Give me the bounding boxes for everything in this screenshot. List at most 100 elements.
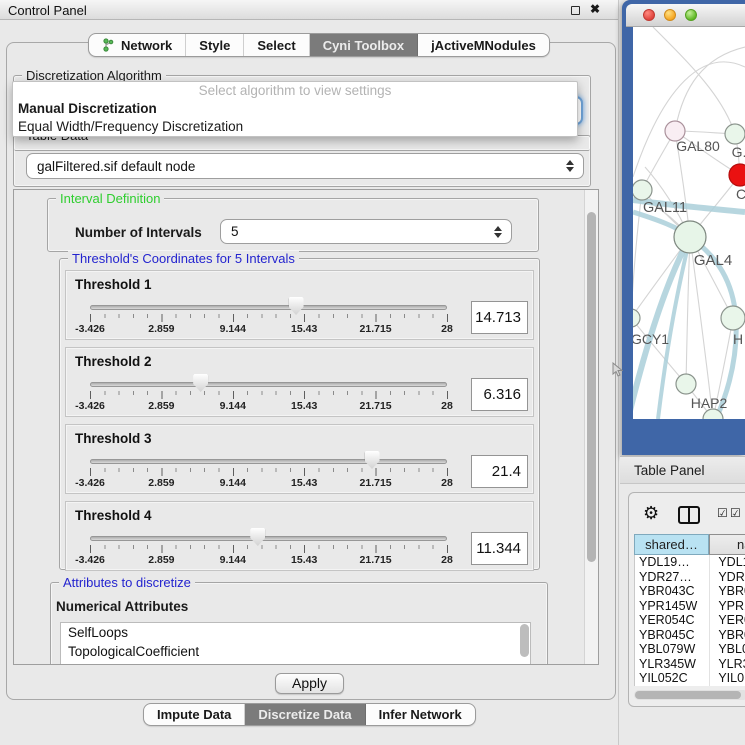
tab-select[interactable]: Select xyxy=(244,34,309,56)
attributes-group-label: Attributes to discretize xyxy=(59,575,195,590)
tick-label: -3.426 xyxy=(62,554,118,566)
window-zoom-button[interactable] xyxy=(685,9,697,21)
table-hscrollbar-thumb[interactable] xyxy=(635,691,741,699)
threshold-2-label: Threshold 2 xyxy=(75,354,152,369)
interval-definition-group: Interval Definition Number of Intervals … xyxy=(47,198,539,252)
slider-ticks xyxy=(90,545,448,553)
network-node[interactable] xyxy=(729,164,745,186)
apply-button[interactable]: Apply xyxy=(275,673,344,694)
network-node-label: HAP2 xyxy=(691,395,728,411)
threshold-2-panel: Threshold 2 -3.4262.8599.14415.4321.7152… xyxy=(65,347,534,417)
table-cell-shared-name: YDL19… xyxy=(635,555,709,570)
table-hscrollbar-track[interactable] xyxy=(634,690,745,700)
settings-vscrollbar-thumb[interactable] xyxy=(587,212,596,562)
table-row[interactable]: YDL19…YDL1 xyxy=(635,555,745,570)
table-data-group: Table Data galFiltered.sif default node xyxy=(13,135,591,187)
control-panel-titlebar: Control Panel ✖ xyxy=(0,0,618,20)
table-panel-card: ⚙ ☑ ☑ shared… na YDL19…YDL1YDR27…YDR2YBR… xyxy=(628,492,745,707)
tick-label: 28 xyxy=(419,400,475,412)
network-node[interactable] xyxy=(725,124,745,144)
table-panel-header: Table Panel xyxy=(620,456,745,484)
checkbox-icon[interactable]: ☑ xyxy=(717,506,728,520)
table-row[interactable]: YBR045CYBR0 xyxy=(635,628,745,643)
network-icon xyxy=(102,38,115,52)
network-node[interactable] xyxy=(674,221,706,253)
tab-jactivemnodules[interactable]: jActiveMNodules xyxy=(418,34,549,56)
tab-impute-data[interactable]: Impute Data xyxy=(144,704,245,725)
network-node-label: G. xyxy=(732,144,745,160)
attribute-list-item[interactable]: TopologicalCoefficient xyxy=(61,642,530,661)
settings-scrollpane: Interval Definition Number of Intervals … xyxy=(13,189,599,665)
columns-icon[interactable] xyxy=(678,506,700,524)
float-window-icon[interactable] xyxy=(571,6,580,15)
threshold-1-slider-track[interactable] xyxy=(90,305,447,310)
table-row[interactable]: YDR27…YDR2 xyxy=(635,570,745,585)
table-row[interactable]: YIL052CYIL0 xyxy=(635,671,745,686)
tick-label: 21.715 xyxy=(348,323,404,335)
window-close-button[interactable] xyxy=(643,9,655,21)
tab-cyni-toolbox[interactable]: Cyni Toolbox xyxy=(310,34,418,56)
tab-style[interactable]: Style xyxy=(186,34,244,56)
threshold-1-value-field[interactable]: 14.713 xyxy=(471,301,528,334)
dropdown-item-equal-width-frequency[interactable]: Equal Width/Frequency Discretization xyxy=(13,118,577,136)
tab-network[interactable]: Network xyxy=(89,34,186,56)
network-canvas[interactable]: GAL80G.CGAL11GAL4GCY1HHAP2 xyxy=(633,27,745,419)
number-of-intervals-combo[interactable]: 5 xyxy=(220,219,512,244)
window-minimize-button[interactable] xyxy=(664,9,676,21)
threshold-3-panel: Threshold 3 -3.4262.8599.14415.4321.7152… xyxy=(65,424,534,494)
network-node[interactable] xyxy=(721,306,745,330)
table-cell-shared-name: YBL079W xyxy=(635,642,709,657)
threshold-4-slider-track[interactable] xyxy=(90,536,447,541)
network-node[interactable] xyxy=(633,180,652,200)
network-node[interactable] xyxy=(633,309,640,327)
number-of-intervals-label: Number of Intervals xyxy=(75,225,202,240)
thresholds-group-label: Threshold's Coordinates for 5 Intervals xyxy=(68,251,299,266)
threshold-4-slider-handle[interactable] xyxy=(250,528,265,546)
number-of-intervals-value: 5 xyxy=(231,224,239,239)
column-header-name[interactable]: na xyxy=(709,534,745,555)
algorithm-dropdown-popup: Select algorithm to view settings Manual… xyxy=(12,81,578,137)
network-node[interactable] xyxy=(676,374,696,394)
threshold-2-value-field[interactable]: 6.316 xyxy=(471,378,528,411)
dropdown-item-manual-discretization[interactable]: Manual Discretization xyxy=(13,100,577,118)
threshold-3-slider-handle[interactable] xyxy=(365,451,380,469)
close-panel-icon[interactable]: ✖ xyxy=(590,2,600,16)
cyni-toolbox-panel: Discretization Algorithm Table Data galF… xyxy=(6,42,616,700)
threshold-2-slider-handle[interactable] xyxy=(193,374,208,392)
table-row[interactable]: YER054CYER0 xyxy=(635,613,745,628)
numerical-attributes-list[interactable]: SelfLoopsTopologicalCoefficientBetweenne… xyxy=(60,622,531,665)
attribute-list-item[interactable]: SelfLoops xyxy=(61,623,530,642)
dropdown-item-prompt[interactable]: Select algorithm to view settings xyxy=(13,82,577,100)
table-body: YDL19…YDL1YDR27…YDR2YBR043CYBR0YPR145WYP… xyxy=(634,555,745,686)
table-cell-shared-name: YLR345W xyxy=(635,657,709,672)
table-cell-name: YIL0 xyxy=(709,671,745,686)
tab-infer-network[interactable]: Infer Network xyxy=(366,704,475,725)
table-row[interactable]: YBL079WYBL0 xyxy=(635,642,745,657)
column-header-shared-name[interactable]: shared… xyxy=(634,534,709,555)
threshold-3-value-field[interactable]: 21.4 xyxy=(471,455,528,488)
threshold-1-panel: Threshold 1 -3.4262.8599.14415.4321.7152… xyxy=(65,270,534,340)
threshold-4-label: Threshold 4 xyxy=(75,508,152,523)
threshold-4-value-field[interactable]: 11.344 xyxy=(471,532,528,565)
attribute-list-item[interactable]: BetweennessCentrality xyxy=(61,661,530,665)
attributes-group: Attributes to discretize Numerical Attri… xyxy=(50,582,548,665)
threshold-2-slider-track[interactable] xyxy=(90,382,447,387)
threshold-3-slider-track[interactable] xyxy=(90,459,447,464)
table-row[interactable]: YBR043CYBR0 xyxy=(635,584,745,599)
table-cell-name: YBR0 xyxy=(709,628,745,643)
table-data-combo[interactable]: galFiltered.sif default node xyxy=(26,153,584,179)
checkbox-icon[interactable]: ☑ xyxy=(730,506,741,520)
table-row[interactable]: YLR345WYLR3 xyxy=(635,657,745,672)
gear-icon[interactable]: ⚙ xyxy=(643,504,659,522)
network-node-label: GAL4 xyxy=(694,252,732,269)
table-row[interactable]: YPR145WYPR1 xyxy=(635,599,745,614)
threshold-1-slider-handle[interactable] xyxy=(289,297,304,315)
threshold-1-label: Threshold 1 xyxy=(75,277,152,292)
attributes-list-scrollbar[interactable] xyxy=(520,624,529,657)
control-panel-title: Control Panel xyxy=(8,3,87,18)
settings-vscrollbar-track[interactable] xyxy=(584,190,598,664)
network-window-titlebar xyxy=(626,4,745,27)
tab-discretize-data[interactable]: Discretize Data xyxy=(245,704,365,725)
node-table: shared… na YDL19…YDL1YDR27…YDR2YBR043CYB… xyxy=(634,534,745,700)
interval-definition-label: Interval Definition xyxy=(56,191,164,206)
